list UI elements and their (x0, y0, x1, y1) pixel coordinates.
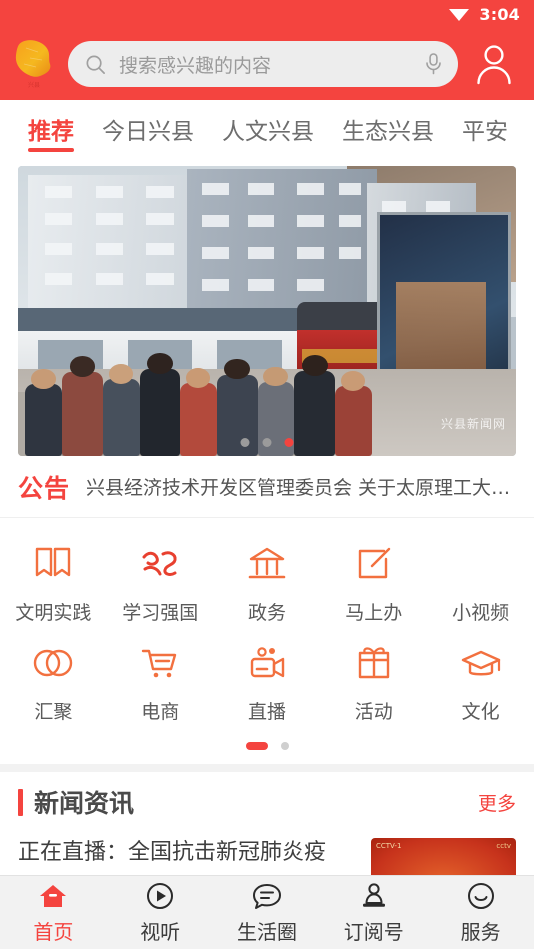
microphone-icon[interactable] (423, 52, 444, 76)
short-video-icon (459, 542, 503, 586)
quick-entry-row-2: 汇聚 电商 直播 活动 文化 (0, 631, 534, 730)
app-root: 3:04 兴县 搜索感兴趣的内容 推荐 今日兴县 人文兴县 生态兴县 平安 兴县… (0, 0, 534, 949)
video-camera-icon (245, 641, 289, 685)
quick-entry-label: 政务 (247, 602, 286, 624)
banner-crowd (18, 340, 387, 456)
bottom-nav-label: 生活圈 (236, 919, 297, 944)
bottom-nav-label: 服务 (460, 919, 501, 944)
banner-dot-1[interactable] (240, 438, 250, 447)
status-bar-clock: 3:04 (479, 4, 520, 24)
section-accent-bar (18, 788, 23, 816)
main-content: 兴县新闻网 公告 兴县经济技术开发区管理委员会 关于太原理工大学... 文明实践… (0, 158, 534, 916)
shopping-cart-icon (138, 641, 182, 685)
quick-entry-label: 电商 (141, 701, 180, 723)
bottom-nav-shenghuoquan[interactable]: 生活圈 (214, 881, 321, 945)
bottom-navigation-bar[interactable]: 首页 视听 生活圈 订阅号 服务 (0, 875, 534, 949)
news-section-title: 新闻资讯 (34, 789, 135, 818)
quick-entry-mashangban[interactable]: 马上办 (320, 532, 427, 631)
bottom-nav-shouye[interactable]: 首页 (0, 881, 107, 945)
quick-entry-label: 汇聚 (34, 701, 73, 723)
search-input[interactable]: 搜索感兴趣的内容 (119, 51, 411, 78)
stamp-icon (359, 881, 389, 911)
quick-entry-label: 直播 (247, 701, 286, 723)
play-circle-icon (145, 881, 175, 911)
announcement-tag: 公告 (18, 473, 71, 503)
quick-entry-label: 文明实践 (15, 602, 92, 624)
news-item-title: 正在直播：全国抗击新冠肺炎疫 (18, 840, 327, 865)
quick-entry-zhibo[interactable]: 直播 (214, 631, 321, 730)
quick-entry-label: 学习强国 (122, 602, 199, 624)
search-icon (84, 53, 107, 76)
search-bar[interactable]: 搜索感兴趣的内容 (68, 41, 458, 87)
quick-entry-zhengwu[interactable]: 政务 (214, 532, 321, 631)
grid-page-dots[interactable] (0, 730, 534, 764)
banner-dots[interactable] (240, 438, 294, 447)
gift-icon (352, 641, 396, 685)
status-bar: 3:04 (0, 0, 534, 28)
grid-page-dot-1[interactable] (245, 742, 268, 750)
thumbnail-logo-label: cctv (496, 842, 511, 850)
quick-entry-huodong[interactable]: 活动 (320, 631, 427, 730)
user-profile-icon[interactable] (466, 36, 522, 92)
quick-entry-huiju[interactable]: 汇聚 (0, 631, 107, 730)
thumbnail-channel-label: CCTV-1 (376, 842, 402, 850)
banner-dot-2[interactable] (262, 438, 272, 447)
edit-square-icon (352, 542, 396, 586)
bottom-nav-label: 订阅号 (343, 919, 404, 944)
news-section-header: 新闻资讯 更多 (0, 772, 534, 832)
quick-entry-label: 马上办 (345, 602, 403, 624)
banner-dot-3[interactable] (284, 438, 294, 447)
quick-entry-xuexi-qiangguo[interactable]: 学习强国 (107, 532, 214, 631)
banner-watermark: 兴县新闻网 (440, 417, 506, 431)
tab-tuijian[interactable]: 推荐 (14, 100, 88, 158)
two-circles-icon (31, 641, 75, 685)
tab-jinri-xingxian[interactable]: 今日兴县 (88, 100, 208, 158)
quick-entry-label: 小视频 (452, 602, 510, 624)
graduation-cap-icon (459, 641, 503, 685)
banner-carousel[interactable]: 兴县新闻网 (18, 166, 516, 456)
news-more-link[interactable]: 更多 (478, 789, 516, 816)
tab-renwen-xingxian[interactable]: 人文兴县 (208, 100, 328, 158)
grid-page-dot-2[interactable] (280, 742, 289, 750)
xingxian-map-logo[interactable]: 兴县 (8, 36, 60, 92)
quick-entry-dianshang[interactable]: 电商 (107, 631, 214, 730)
home-icon (38, 881, 68, 911)
quick-entry-row-1: 文明实践 学习强国 政务 马上办 小视频 (0, 532, 534, 631)
quick-entry-label: 文化 (461, 701, 500, 723)
svg-text:兴县: 兴县 (28, 81, 40, 89)
smiley-circle-icon (466, 881, 496, 911)
chat-bubble-icon (252, 881, 282, 911)
category-tab-bar[interactable]: 推荐 今日兴县 人文兴县 生态兴县 平安 (0, 100, 534, 158)
quick-entry-label: 活动 (354, 701, 393, 723)
bottom-nav-dingyuehao[interactable]: 订阅号 (320, 881, 427, 945)
news-title-group: 新闻资讯 (18, 784, 134, 820)
open-book-icon (31, 542, 75, 586)
bottom-nav-label: 首页 (33, 919, 74, 944)
bottom-nav-shiting[interactable]: 视听 (107, 881, 214, 945)
government-building-icon (245, 542, 289, 586)
announcement-bar[interactable]: 公告 兴县经济技术开发区管理委员会 关于太原理工大学... (0, 456, 534, 518)
bottom-nav-fuwu[interactable]: 服务 (427, 881, 534, 945)
announcement-text[interactable]: 兴县经济技术开发区管理委员会 关于太原理工大学... (86, 473, 516, 500)
banner-carousel-wrap: 兴县新闻网 (0, 158, 534, 456)
app-header: 兴县 搜索感兴趣的内容 (0, 28, 534, 100)
quick-entry-wenhua[interactable]: 文化 (427, 631, 534, 730)
xuexi-calligraphy-icon (138, 542, 182, 586)
quick-entry-grid: 文明实践 学习强国 政务 马上办 小视频 汇聚 电商 直播 活动 文化 (0, 518, 534, 764)
tab-shengtai-xingxian[interactable]: 生态兴县 (328, 100, 448, 158)
bottom-nav-label: 视听 (140, 919, 181, 944)
banner-photo (18, 166, 516, 456)
quick-entry-xiaoshipin[interactable]: 小视频 (427, 532, 534, 631)
wifi-icon (448, 6, 470, 22)
quick-entry-wenming-shijian[interactable]: 文明实践 (0, 532, 107, 631)
tab-pingan[interactable]: 平安 (448, 100, 522, 158)
